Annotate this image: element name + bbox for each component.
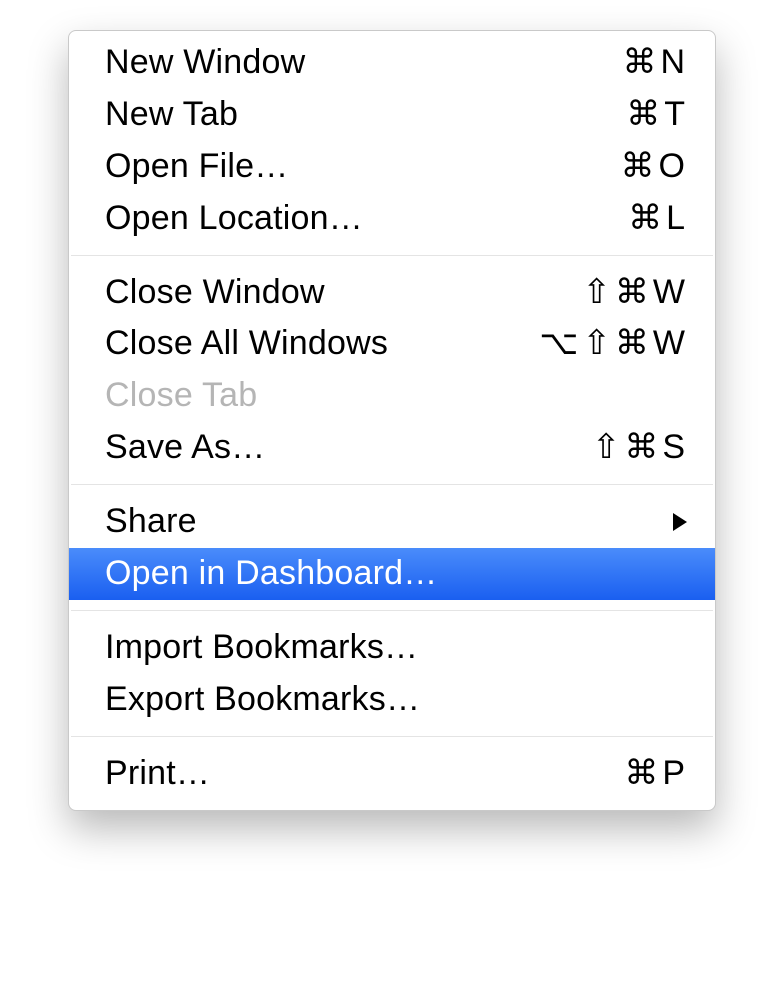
menu-separator [71,484,713,486]
menu-item-open-file[interactable]: Open File… ⌘O [69,141,715,193]
menu-item-shortcut: ⌘P [624,751,689,797]
menu-separator [71,736,713,738]
menu-item-import-bookmarks[interactable]: Import Bookmarks… [69,622,715,674]
menu-item-close-all-windows[interactable]: Close All Windows ⌥⇧⌘W [69,318,715,370]
menu-item-shortcut: ⌘L [628,196,689,242]
file-menu: New Window ⌘N New Tab ⌘T Open File… ⌘O O… [68,30,716,811]
menu-item-close-window[interactable]: Close Window ⇧⌘W [69,267,715,319]
menu-item-shortcut: ⌘T [626,92,689,138]
menu-item-new-window[interactable]: New Window ⌘N [69,37,715,89]
menu-item-label: Export Bookmarks… [105,677,420,723]
menu-item-label: Save As… [105,425,265,471]
menu-item-label: New Tab [105,92,238,138]
menu-item-shortcut: ⌘O [621,144,689,190]
menu-item-share[interactable]: Share [69,496,715,548]
menu-separator [71,610,713,612]
menu-item-close-tab: Close Tab [69,370,715,422]
menu-item-label: Open Location… [105,196,363,242]
menu-separator [71,255,713,257]
menu-item-new-tab[interactable]: New Tab ⌘T [69,89,715,141]
menu-item-label: Import Bookmarks… [105,625,418,671]
menu-item-shortcut: ⇧⌘S [592,425,689,471]
menu-item-label: Close Tab [105,373,257,419]
menu-item-label: Open File… [105,144,288,190]
menu-item-label: New Window [105,40,305,86]
menu-item-label: Print… [105,751,210,797]
menu-item-shortcut: ⌘N [622,40,689,86]
submenu-arrow-icon [671,511,689,533]
menu-item-save-as[interactable]: Save As… ⇧⌘S [69,422,715,474]
menu-item-print[interactable]: Print… ⌘P [69,748,715,800]
menu-item-label: Share [105,499,197,545]
menu-item-label: Close Window [105,270,325,316]
menu-item-open-location[interactable]: Open Location… ⌘L [69,193,715,245]
menu-item-export-bookmarks[interactable]: Export Bookmarks… [69,674,715,726]
menu-item-label: Open in Dashboard… [105,551,437,597]
menu-item-shortcut: ⇧⌘W [582,270,689,316]
menu-item-label: Close All Windows [105,321,388,367]
menu-item-shortcut: ⌥⇧⌘W [539,321,689,367]
menu-item-open-in-dashboard[interactable]: Open in Dashboard… [69,548,715,600]
